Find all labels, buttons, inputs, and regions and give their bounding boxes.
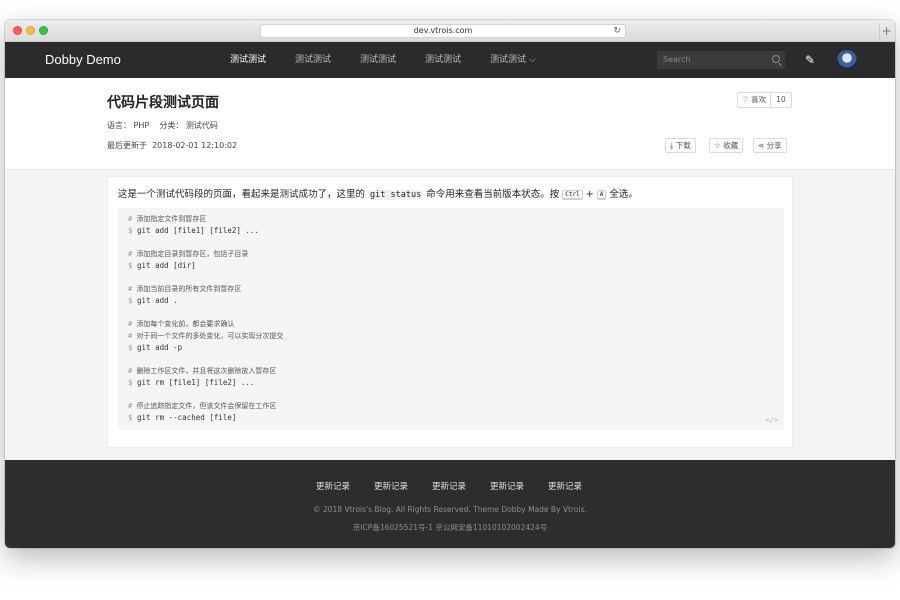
minimize-window-button[interactable] xyxy=(26,26,35,35)
code-line: $ git rm [file1] [file2] ... xyxy=(128,378,255,387)
download-button[interactable]: ⤓ 下载 xyxy=(665,138,696,153)
heart-icon-label: ♡ 喜欢 xyxy=(738,93,772,107)
code-line: # 添加指定目录到暂存区，包括子目录 xyxy=(128,250,249,258)
like-count: 10 xyxy=(776,95,786,104)
search-icon[interactable] xyxy=(772,55,780,63)
page-title: 代码片段测试页面 xyxy=(107,95,219,111)
footer-copyright: © 2018 Vtrois's Blog. All Rights Reserve… xyxy=(313,505,587,514)
user-avatar[interactable] xyxy=(837,50,857,70)
search-placeholder: Search xyxy=(663,55,691,64)
close-window-button[interactable] xyxy=(13,26,22,35)
code-line: # 删除工作区文件，并且将这次删除放入暂存区 xyxy=(128,367,277,375)
intro-text-2: 命令用来查看当前版本状态。按 xyxy=(423,189,563,200)
site-brand[interactable]: Dobby Demo xyxy=(45,42,121,78)
article-card: 这是一个测试代码段的页面，看起来是测试成功了，这里的 git status 命令… xyxy=(107,176,793,448)
post-updated-time: 最后更新于 2018-02-01 12:10:02 xyxy=(107,141,238,150)
article-intro: 这是一个测试代码段的页面，看起来是测试成功了，这里的 git status 命令… xyxy=(118,186,638,200)
code-line: $ git add -p xyxy=(128,343,183,352)
nav-item-3[interactable]: 测试测试 xyxy=(360,42,396,78)
intro-plus: + xyxy=(582,189,597,200)
share-button[interactable]: ⋖ 分享 xyxy=(753,138,787,153)
key-ctrl: Ctrl xyxy=(562,190,583,200)
code-line: $ git add [dir] xyxy=(128,261,196,270)
intro-text-1: 这是一个测试代码段的页面，看起来是测试成功了，这里的 xyxy=(118,189,369,200)
nav-item-2[interactable]: 测试测试 xyxy=(295,42,331,78)
code-line: # 添加指定文件到暂存区 xyxy=(128,215,207,223)
intro-text-3: 全选。 xyxy=(606,189,638,200)
collect-button[interactable]: ☆ 收藏 xyxy=(709,138,744,153)
key-a: A xyxy=(596,190,607,200)
maximize-window-button[interactable] xyxy=(39,26,48,35)
like-button[interactable]: ♡ 喜欢 10 xyxy=(737,92,792,108)
new-tab-button[interactable]: + xyxy=(879,25,893,39)
address-bar-url: dev.vtrois.com xyxy=(413,26,473,35)
code-line: $ git add [file1] [file2] ... xyxy=(128,226,259,235)
code-line: $ git add . xyxy=(128,296,178,305)
nav-item-1[interactable]: 测试测试 xyxy=(230,42,266,78)
pencil-icon[interactable]: ✎ xyxy=(805,53,815,67)
top-navbar: Dobby Demo 测试测试 测试测试 测试测试 测试测试 测试测试 ⌵ Se… xyxy=(5,42,895,78)
code-icon[interactable]: </> xyxy=(765,416,778,424)
post-header: 代码片段测试页面 语言： PHP 分类： 测试代码 最后更新于 2018-02-… xyxy=(5,78,895,170)
site-footer: 更新记录 更新记录 更新记录 更新记录 更新记录 © 2018 Vtrois's… xyxy=(5,460,895,548)
nav-item-dropdown[interactable]: 测试测试 ⌵ xyxy=(490,42,536,78)
code-line: # 对于同一个文件的多处变化，可以实现分次提交 xyxy=(128,332,284,340)
post-language-category: 语言： PHP 分类： 测试代码 xyxy=(107,121,218,130)
nav-item-4[interactable]: 测试测试 xyxy=(425,42,461,78)
footer-link[interactable]: 更新记录 xyxy=(432,480,466,492)
code-line: # 停止追踪指定文件，但该文件会保留在工作区 xyxy=(128,402,277,410)
footer-icp[interactable]: 京ICP备16025521号-1 京公网安备11010102002424号 xyxy=(5,522,895,533)
search-input[interactable]: Search xyxy=(657,51,785,69)
reload-icon[interactable]: ↻ xyxy=(613,25,621,38)
footer-link[interactable]: 更新记录 xyxy=(374,480,408,492)
code-block[interactable]: # 添加指定文件到暂存区 $ git add [file1] [file2] .… xyxy=(118,208,784,430)
footer-link[interactable]: 更新记录 xyxy=(548,480,582,492)
inline-code: git status xyxy=(368,190,424,200)
code-line: $ git rm --cached [file] xyxy=(128,413,237,422)
footer-link[interactable]: 更新记录 xyxy=(490,480,524,492)
footer-link[interactable]: 更新记录 xyxy=(316,480,350,492)
browser-titlebar: dev.vtrois.com ↻ + xyxy=(5,20,895,42)
address-bar[interactable]: dev.vtrois.com ↻ xyxy=(260,24,626,38)
code-line: # 添加当前目录的所有文件到暂存区 xyxy=(128,285,242,293)
code-line: # 添加每个变化前，都会要求确认 xyxy=(128,320,235,328)
browser-window: dev.vtrois.com ↻ + Dobby Demo 测试测试 测试测试 … xyxy=(5,20,895,548)
